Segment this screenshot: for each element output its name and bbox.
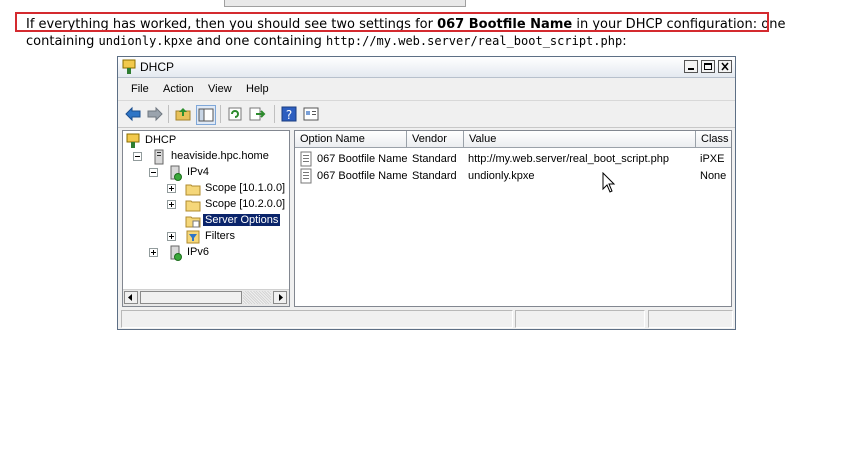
intro-bold-option: 067 Bootfile Name [437, 17, 573, 32]
show-hide-tree-icon[interactable] [196, 105, 216, 125]
toolbar: ? [118, 101, 735, 128]
intro-code-undionly: undionly.kpxe [98, 34, 193, 48]
menu-view[interactable]: View [208, 83, 232, 95]
toolbar-separator [220, 105, 221, 123]
expand-toggle[interactable] [167, 200, 176, 209]
tree-horizontal-scrollbar[interactable] [123, 289, 289, 306]
server-options-folder-icon [185, 216, 201, 228]
toolbar-separator [168, 105, 169, 123]
intro-code-url: http://my.web.server/real_boot_script.ph… [325, 34, 623, 48]
folder-icon [185, 200, 201, 212]
column-header-class[interactable]: Class [696, 131, 731, 148]
tree-label: IPv4 [187, 166, 210, 178]
tree-label: Filters [205, 230, 235, 242]
dhcp-window: DHCP File Action View Help ? DHCP heavis… [117, 56, 736, 330]
dhcp-root-icon [126, 133, 140, 148]
svg-text:?: ? [286, 108, 292, 122]
filter-icon [186, 230, 200, 244]
status-segment-main [121, 310, 513, 328]
status-bar [118, 309, 735, 329]
scroll-right-button[interactable] [273, 291, 287, 304]
collapse-toggle[interactable] [149, 168, 158, 177]
expand-toggle[interactable] [167, 184, 176, 193]
intro-text-1: If everything has worked, then you shoul… [26, 17, 438, 32]
dhcp-app-icon [122, 59, 136, 74]
tree-label: heaviside.hpc.home [171, 150, 269, 162]
tree-label: IPv6 [187, 246, 210, 258]
tree-label: DHCP [145, 134, 177, 146]
cell-option-name: 067 Bootfile Name [317, 170, 408, 182]
scroll-track[interactable] [243, 291, 271, 304]
menu-bar: File Action View Help [118, 78, 735, 101]
cell-class: None [700, 170, 727, 182]
menu-help[interactable]: Help [246, 83, 269, 95]
window-title: DHCP [140, 60, 175, 74]
status-segment-right [648, 310, 733, 328]
intro-paragraph: If everything has worked, then you shoul… [26, 16, 826, 50]
tree-label-selected: Server Options [203, 214, 281, 226]
help-icon[interactable]: ? [280, 105, 298, 123]
top-strip [224, 0, 466, 7]
forward-arrow-icon[interactable] [146, 105, 164, 123]
menu-action[interactable]: Action [163, 83, 194, 95]
tree-label: Scope [10.2.0.0] [205, 198, 286, 210]
folder-icon [185, 184, 201, 196]
cell-class: iPXE [700, 153, 725, 165]
cell-vendor: Standard [412, 170, 457, 182]
option-document-icon [300, 168, 312, 184]
cell-option-name: 067 Bootfile Name [317, 153, 408, 165]
menu-file[interactable]: File [131, 83, 149, 95]
cell-vendor: Standard [412, 153, 457, 165]
close-button[interactable] [718, 60, 732, 73]
back-arrow-icon[interactable] [124, 105, 142, 123]
refresh-icon[interactable] [226, 105, 244, 123]
toolbar-separator [274, 105, 275, 123]
properties-icon[interactable] [302, 105, 320, 123]
cell-value: http://my.web.server/real_boot_script.ph… [468, 153, 669, 165]
intro-text-4: : [622, 34, 627, 49]
column-header-option-name[interactable]: Option Name [295, 131, 407, 148]
expand-toggle[interactable] [167, 232, 176, 241]
export-list-icon[interactable] [248, 105, 266, 123]
status-segment-middle [515, 310, 645, 328]
console-tree: DHCP heaviside.hpc.home IPv4 Scope [10.1… [122, 130, 290, 307]
ipv6-icon [170, 245, 182, 261]
ipv4-icon [170, 165, 182, 181]
cell-value: undionly.kpxe [468, 170, 535, 182]
scroll-left-button[interactable] [124, 291, 138, 304]
up-folder-icon[interactable] [174, 105, 192, 123]
minimize-button[interactable] [684, 60, 698, 73]
tree-label: Scope [10.1.0.0] [205, 182, 286, 194]
intro-text-3: and one containing [192, 34, 326, 49]
collapse-toggle[interactable] [133, 152, 142, 161]
expand-toggle[interactable] [149, 248, 158, 257]
mouse-cursor-icon [602, 172, 616, 193]
server-icon [154, 149, 164, 165]
details-list: Option Name Vendor Value Class 067 Bootf… [294, 130, 732, 307]
column-header-value[interactable]: Value [464, 131, 696, 148]
option-document-icon [300, 151, 312, 167]
column-header-vendor[interactable]: Vendor [407, 131, 464, 148]
maximize-button[interactable] [701, 60, 715, 73]
scroll-thumb[interactable] [140, 291, 242, 304]
title-bar[interactable]: DHCP [118, 57, 735, 78]
